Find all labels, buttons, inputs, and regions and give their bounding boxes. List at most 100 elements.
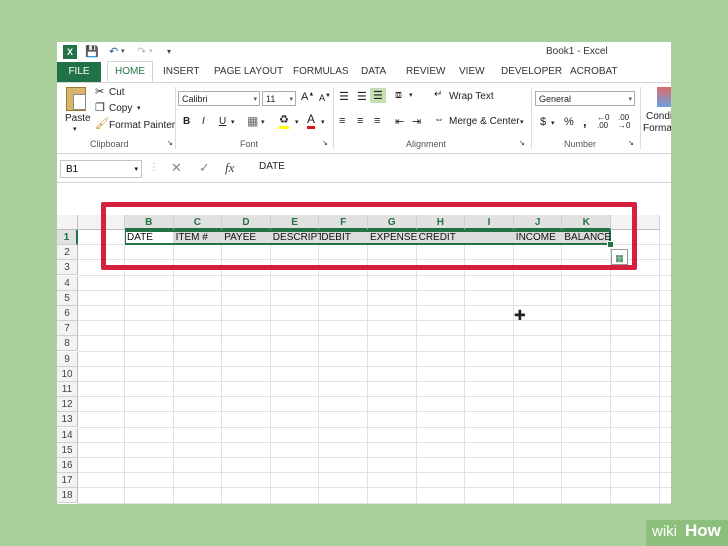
merge-dropdown-icon[interactable]: ▾ [520,118,524,126]
row-header-5[interactable]: 5 [57,290,78,306]
row-header-9[interactable]: 9 [57,351,78,367]
row-header-6[interactable]: 6 [57,306,78,321]
tab-formulas[interactable]: FORMULAS [293,62,349,82]
decrease-indent-icon[interactable]: ⇤ [395,115,404,128]
row-header-14[interactable]: 14 [57,427,78,443]
wrap-text-button[interactable]: Wrap Text [449,91,494,102]
copy-dropdown-icon[interactable]: ▾ [137,104,141,112]
undo-dropdown-icon[interactable]: ▾ [121,42,125,62]
tab-view[interactable]: VIEW [459,62,485,82]
row-header-7[interactable]: 7 [57,321,78,337]
row-header-10[interactable]: 10 [57,366,78,382]
percent-button[interactable]: % [564,116,574,128]
gridline-row [78,396,671,398]
gridline-row [78,289,671,291]
paste-button[interactable]: Paste [65,113,91,124]
decrease-decimal-icon[interactable]: .00 →0 [618,114,630,130]
mouse-cursor-icon: ✚ [514,307,526,323]
quick-analysis-icon[interactable]: ▦ [611,249,628,265]
fill-color-dropdown-icon[interactable]: ▾ [295,118,299,126]
increase-decimal-icon[interactable]: ←0.00 [597,114,609,130]
cut-icon: ✂ [95,86,105,98]
row-header-13[interactable]: 13 [57,412,78,428]
underline-button[interactable]: U [219,116,226,127]
font-color-dropdown-icon[interactable]: ▾ [321,118,325,126]
insert-function-icon[interactable]: fx [225,160,234,176]
window-title: Book1 - Excel [546,46,608,57]
currency-dropdown-icon[interactable]: ▾ [551,119,555,127]
redo-dropdown-icon[interactable]: ▾ [149,42,153,62]
row-header-18[interactable]: 18 [57,488,78,504]
increase-indent-icon[interactable]: ⇥ [412,115,421,128]
gridline-column [512,230,514,504]
tab-page-layout[interactable]: PAGE LAYOUT [214,62,283,82]
format-painter-icon: 🖌 [95,118,109,130]
row-header-17[interactable]: 17 [57,473,78,489]
conditional-formatting-label-2[interactable]: Format [643,123,671,134]
border-icon[interactable]: ▦ [247,114,258,128]
row-header-16[interactable]: 16 [57,458,78,473]
format-painter-button[interactable]: Format Painter [109,120,175,131]
row-header-3[interactable]: 3 [57,260,78,276]
shrink-font-icon[interactable]: A▼ [319,93,331,103]
align-right-icon[interactable]: ≡ [374,115,380,127]
paste-icon[interactable] [66,87,86,111]
bold-button[interactable]: B [183,116,190,127]
orientation-icon[interactable]: ⧈ [395,89,402,102]
customize-qat-icon[interactable]: ▾ [167,42,171,62]
separator [175,87,176,149]
cancel-icon[interactable]: ✕ [171,160,182,176]
font-size-select[interactable]: 11 ▾ [262,91,296,106]
font-name-select[interactable]: Calibri ▾ [178,91,260,106]
tab-insert[interactable]: INSERT [163,62,200,82]
underline-dropdown-icon[interactable]: ▾ [231,118,235,126]
select-all-corner[interactable] [57,215,78,230]
number-format-select[interactable]: General ▾ [535,91,635,106]
tab-file[interactable]: FILE [57,62,101,82]
grow-font-icon[interactable]: A▲ [301,91,314,103]
align-bottom-icon[interactable]: ☰ [370,88,386,103]
cut-button[interactable]: Cut [109,87,125,98]
paste-dropdown-icon[interactable]: ▾ [73,125,77,133]
font-name-value: Calibri [182,94,208,104]
currency-button[interactable]: $ [540,116,546,128]
row-header-1[interactable]: 1 [57,230,78,245]
comma-button[interactable]: , [583,114,587,129]
border-dropdown-icon[interactable]: ▾ [261,118,265,126]
name-box[interactable]: B1 ▾ [60,160,142,178]
align-left-icon[interactable]: ≡ [339,115,345,127]
chevron-down-icon: ▾ [289,96,293,103]
alignment-launcher-icon[interactable]: ↘ [519,139,525,147]
row-header-12[interactable]: 12 [57,397,78,413]
undo-icon[interactable]: ↶ [109,42,118,62]
formula-input[interactable]: DATE [259,161,285,172]
tab-home[interactable]: HOME [107,61,153,84]
align-middle-icon[interactable]: ☰ [357,90,367,103]
row-header-2[interactable]: 2 [57,245,78,261]
number-launcher-icon[interactable]: ↘ [628,139,634,147]
row-header-4[interactable]: 4 [57,275,78,291]
row-header-8[interactable]: 8 [57,336,78,352]
fill-color-icon[interactable]: ♻ [279,114,289,129]
conditional-formatting-icon[interactable] [657,87,671,107]
tab-data[interactable]: DATA [361,62,386,82]
row-header-15[interactable]: 15 [57,442,78,458]
save-icon[interactable]: 💾 [85,42,99,62]
redo-icon[interactable]: ↷ [137,42,146,62]
tab-review[interactable]: REVIEW [406,62,445,82]
align-top-icon[interactable]: ☰ [339,90,349,103]
conditional-formatting-label-1[interactable]: Condi [646,111,671,122]
align-center-icon[interactable]: ≡ [357,115,363,127]
orientation-dropdown-icon[interactable]: ▾ [409,91,413,99]
clipboard-launcher-icon[interactable]: ↘ [167,139,173,147]
font-color-icon[interactable]: A [307,113,316,129]
chevron-down-icon: ▾ [628,96,632,103]
font-launcher-icon[interactable]: ↘ [322,139,328,147]
tab-acrobat[interactable]: ACROBAT [570,62,618,82]
tab-developer[interactable]: DEVELOPER [501,62,562,82]
italic-button[interactable]: I [202,116,205,127]
merge-center-button[interactable]: Merge & Center [449,116,520,127]
copy-button[interactable]: Copy [109,103,132,114]
row-header-11[interactable]: 11 [57,382,78,397]
enter-icon[interactable]: ✓ [199,160,210,176]
